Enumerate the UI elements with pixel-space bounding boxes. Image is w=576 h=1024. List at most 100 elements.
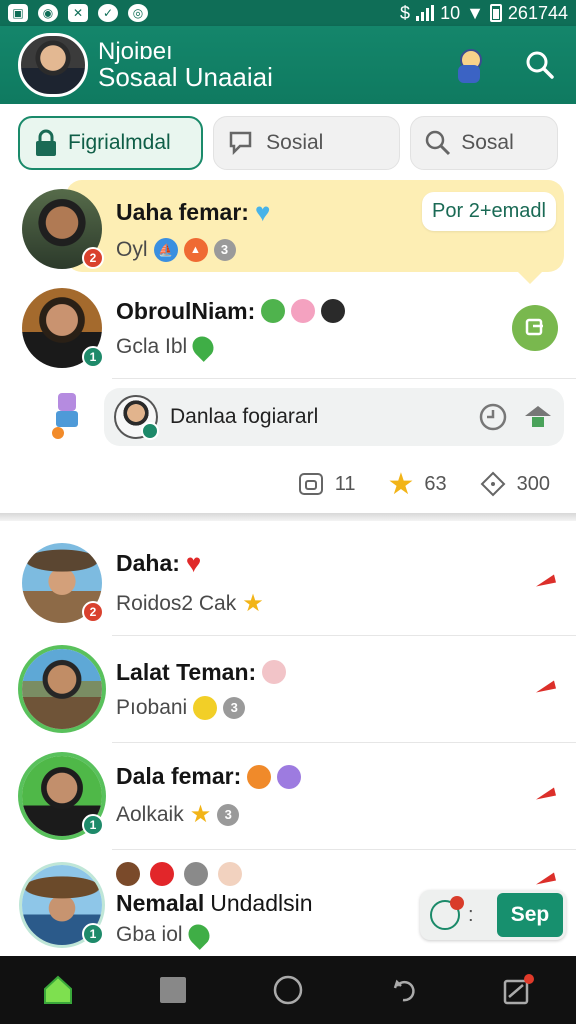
filter-chip-3-label: Sosal [461, 131, 514, 154]
octopus-emoji-icon [247, 764, 272, 789]
boat-icon: ⛵ [153, 237, 178, 262]
friend-row[interactable]: 1 Dala femar: Aolkaik ★ 3 [0, 743, 576, 849]
home-nav-button[interactable] [38, 970, 78, 1010]
friend-row[interactable]: Lalat Teman: Pıobani 3 [0, 636, 576, 742]
notification-icon: ▣ [8, 4, 28, 22]
contact-status-text: Gba iol [116, 922, 183, 946]
battery-icon [489, 4, 502, 22]
composer-avatar [114, 395, 159, 440]
red-flag-icon [536, 872, 556, 885]
star-icon: ★ [242, 590, 264, 617]
filter-chip-1[interactable]: Figrialmdal [18, 116, 204, 170]
share-button[interactable] [512, 305, 558, 351]
chat-icon [229, 131, 252, 156]
diamond-count: 300 [516, 472, 550, 495]
friend-row[interactable]: 2 Daha: ♥ Roidos2 Cak ★ [0, 531, 576, 635]
contact-status: Aolkaik ★ 3 [116, 800, 301, 829]
contact-status-text: Roidos2 Cak [116, 591, 237, 615]
contact-name-text: ObroulNiam: [116, 297, 256, 324]
home-icon [43, 975, 72, 1004]
square-nav-button[interactable] [153, 970, 193, 1010]
app-title-line1: Njoiɒeı [98, 37, 173, 65]
contact-status: Gba iol [116, 919, 313, 950]
filter-chip-2-label: Sosial [266, 131, 324, 154]
search-icon [526, 51, 554, 79]
back-nav-button[interactable] [383, 970, 423, 1010]
contact-name: Dala femar: [116, 763, 302, 790]
leaf-icon [188, 331, 219, 362]
app-bar: Njoiɒeı Sosaal Unaaiai [0, 26, 576, 104]
search-icon [425, 130, 451, 156]
search-button[interactable] [522, 47, 558, 83]
contact-status: Gcla Ibl [116, 331, 345, 362]
sep-floating-button[interactable]: : Sep [420, 890, 566, 940]
avatar[interactable]: 1 [22, 865, 104, 945]
contact-name: Nemalal Undadlsin [116, 890, 313, 917]
avatar[interactable]: 1 [22, 288, 104, 368]
photo-stat[interactable]: 11 [297, 470, 355, 498]
avatar[interactable]: 1 [22, 756, 104, 836]
contact-name-text: Dala femar: [116, 763, 242, 789]
circle-nav-button[interactable] [268, 970, 308, 1010]
composer-text: Danlaa fogiararl [170, 405, 319, 428]
home-share-icon[interactable] [522, 402, 554, 432]
robot-emoji-icon [184, 861, 208, 886]
contact-name-text: Uaha femar: [116, 198, 249, 225]
notification-badge-icon [430, 896, 464, 930]
bottom-nav-bar [0, 956, 576, 1024]
character-emoji-icon [116, 861, 140, 886]
flag-button[interactable] [534, 784, 558, 809]
list-item[interactable]: 1 ObroulNiam: Gcla Ibl [0, 278, 576, 378]
lock-icon [36, 129, 56, 156]
filter-chip-1-label: Figrialmdal [68, 131, 171, 154]
filter-chip-3[interactable]: Sosal [410, 116, 558, 170]
contact-name-plain: Undadlsin [210, 889, 313, 916]
sep-button-label[interactable]: Sep [497, 893, 563, 937]
avatar[interactable]: 2 [22, 543, 104, 623]
contact-name-text: Daha: [116, 550, 180, 576]
circle-icon [273, 975, 303, 1005]
red-flag-icon [536, 574, 556, 587]
character-sticker-icon [50, 391, 84, 441]
contact-status-text: Oyl [116, 237, 148, 261]
clock: 261744 [507, 2, 568, 23]
flag-button[interactable] [534, 571, 558, 596]
wifi-icon: ▼ [466, 2, 484, 23]
composer-row: Danlaa fogiararl [0, 379, 576, 455]
photo-icon [298, 473, 323, 495]
feed-list: 2 Uaha femar: ♥ Oyl ⛵ ▲ 3 Por 2+emadl 1 … [0, 180, 576, 960]
dollar-icon: $ [400, 2, 411, 23]
emoji-row [116, 861, 313, 886]
profile-avatar[interactable] [18, 33, 88, 97]
diamond-stat[interactable]: 300 [479, 470, 550, 498]
star-count: 63 [424, 472, 447, 495]
pig-emoji-icon [291, 299, 316, 323]
action-pill-button[interactable]: Por 2+emadl [422, 192, 556, 231]
messenger-notification-icon: ✓ [98, 4, 118, 22]
mascot-icon[interactable] [452, 45, 486, 85]
contact-name: ObroulNiam: [116, 297, 346, 325]
filter-chip-2[interactable]: Sosial [213, 116, 401, 170]
recents-icon [504, 974, 535, 1005]
diamond-icon [480, 471, 506, 497]
star-stat[interactable]: ★ 63 [387, 467, 446, 502]
flag-button[interactable] [534, 677, 558, 702]
share-icon [525, 318, 543, 336]
list-item-highlighted[interactable]: 2 Uaha femar: ♥ Oyl ⛵ ▲ 3 Por 2+emadl [0, 180, 576, 284]
avatar[interactable] [22, 649, 102, 729]
contact-status-text: Aolkaik [116, 802, 184, 826]
red-flag-icon [536, 680, 556, 693]
online-badge: 1 [82, 814, 104, 836]
heart-icon: ♥ [185, 548, 202, 578]
clock-icon[interactable] [478, 402, 508, 432]
blue-heart-icon: ♥ [254, 196, 271, 227]
count-badge: 3 [223, 696, 246, 719]
recents-nav-button[interactable] [498, 970, 538, 1010]
online-badge: 1 [82, 923, 104, 945]
monster-emoji-icon [277, 764, 302, 789]
comment-composer[interactable]: Danlaa fogiararl [104, 388, 564, 446]
avatar[interactable]: 2 [22, 189, 104, 269]
status-bar: ▣ ◉ ✕ ✓ ◎ $ 10 ▼ 261744 [0, 0, 576, 26]
signal-icon [416, 5, 435, 21]
contact-name: Lalat Teman: [116, 659, 287, 686]
